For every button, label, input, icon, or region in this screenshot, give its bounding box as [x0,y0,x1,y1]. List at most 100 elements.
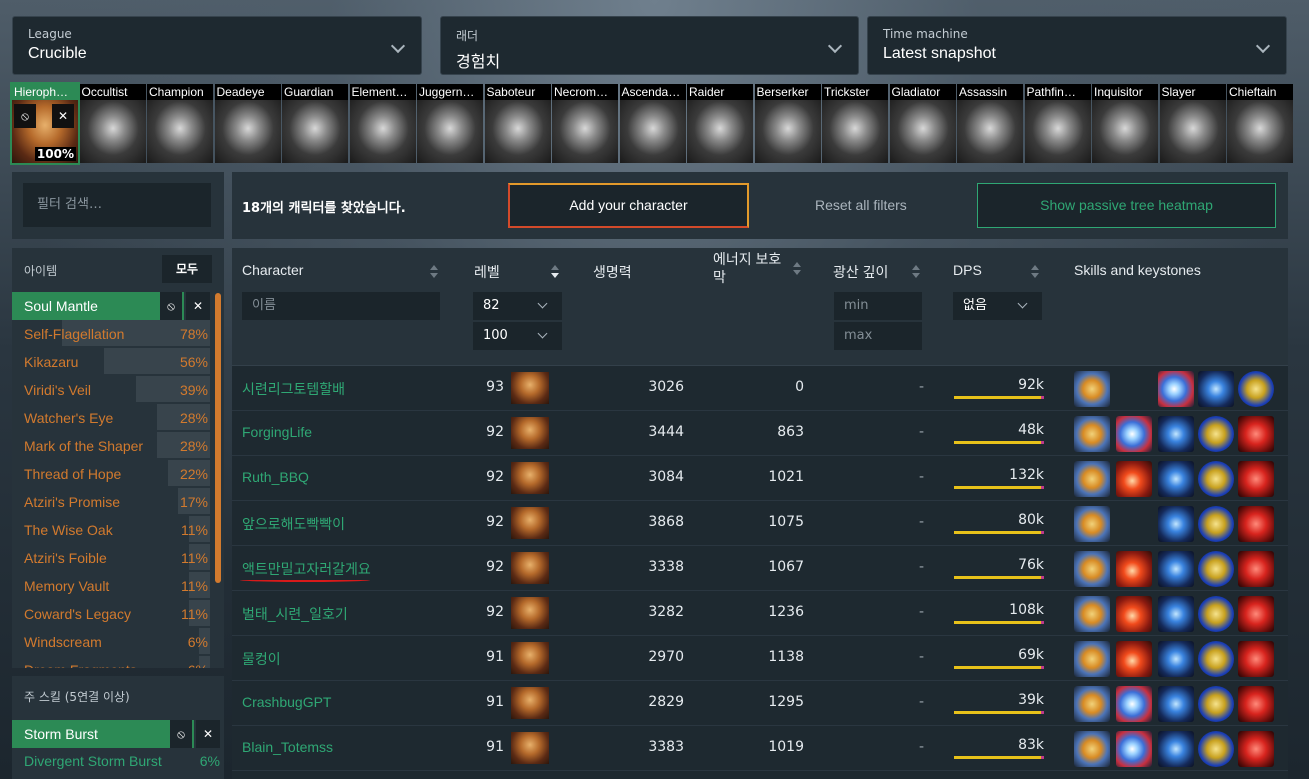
totem-skill-icon[interactable] [1074,551,1110,587]
items-all-button[interactable]: 모두 [162,255,212,283]
items-scrollbar[interactable] [215,293,221,583]
red-skill-icon[interactable] [1238,506,1274,542]
item-filter-option[interactable]: Mark of the Shaper 28% [12,432,210,460]
exclude-icon[interactable]: ⦸ [14,104,36,128]
name-filter-input[interactable]: 이름 [242,292,440,320]
red-skill-icon[interactable] [1238,686,1274,722]
burst-skill-icon[interactable] [1116,416,1152,452]
header-delve[interactable]: 광산 깊이 [833,262,888,282]
item-filter-option[interactable]: Thread of Hope 22% [12,460,210,488]
red-skill-icon[interactable] [1238,731,1274,767]
skill-option[interactable]: Divergent Storm Burst 6% [12,748,220,774]
header-energy-shield[interactable]: 에너지 보호막 [713,250,793,286]
delve-max-input[interactable]: max [834,322,922,350]
pillar-skill-icon[interactable] [1158,686,1194,722]
pillar-skill-icon[interactable] [1158,416,1194,452]
table-row[interactable]: ForgingLife 92 3444 863 - 48k [232,411,1288,456]
class-filter-2[interactable]: Champion [147,84,213,163]
burst-skill-icon[interactable] [1116,686,1152,722]
table-row[interactable]: Ruth_BBQ 92 3084 1021 - 132k [232,456,1288,501]
red-skill-icon[interactable] [1238,596,1274,632]
dps-type-select[interactable]: 없음 [953,292,1042,320]
item-filter-option[interactable]: Viridi's Veil 39% [12,376,210,404]
fist-skill-icon[interactable] [1198,596,1234,632]
burst-skill-icon[interactable] [1116,731,1152,767]
character-name-link[interactable]: Blain_Totemss [242,739,333,755]
header-character[interactable]: Character [242,262,303,278]
header-life[interactable]: 생명력 [593,262,632,282]
table-row[interactable]: CrashbugGPT 91 2829 1295 - 39k [232,681,1288,726]
class-filter-4[interactable]: Guardian [282,84,348,163]
fist-skill-icon[interactable] [1198,641,1234,677]
fist-skill-icon[interactable] [1238,371,1274,407]
class-filter-12[interactable]: Trickster [822,84,888,163]
table-row[interactable]: 벌태_시련_일호기 92 3282 1236 - 108k [232,591,1288,636]
fist-skill-icon[interactable] [1198,731,1234,767]
league-dropdown[interactable]: League Crucible [12,16,422,75]
sort-icon[interactable] [793,262,801,276]
totem-skill-icon[interactable] [1074,686,1110,722]
character-name-link[interactable]: 물컹이 [242,649,281,669]
class-filter-5[interactable]: Element… [349,84,416,163]
totem-skill-icon[interactable] [1074,731,1110,767]
sort-desc-icon[interactable] [551,265,559,279]
character-name-link[interactable]: 시련리그토템할배 [242,379,345,399]
item-filter-option[interactable]: Coward's Legacy 11% [12,600,210,628]
pillar-skill-icon[interactable] [1158,461,1194,497]
header-dps[interactable]: DPS [953,262,982,278]
red-skill-icon[interactable] [1238,551,1274,587]
class-filter-7[interactable]: Saboteur [484,84,551,163]
class-filter-15[interactable]: Pathfin… [1024,84,1091,163]
item-filter-option[interactable]: Memory Vault 11% [12,572,210,600]
item-filter-option[interactable]: Watcher's Eye 28% [12,404,210,432]
class-filter-8[interactable]: Necrom… [552,84,618,163]
totem-skill-icon[interactable] [1074,506,1110,542]
class-filter-13[interactable]: Gladiator [889,84,956,163]
fire-skill-icon[interactable] [1116,596,1152,632]
exclude-icon[interactable]: ⦸ [170,720,194,748]
class-filter-9[interactable]: Ascenda… [619,84,686,163]
pillar-skill-icon[interactable] [1158,731,1194,767]
pillar-skill-icon[interactable] [1158,506,1194,542]
fire-skill-icon[interactable] [1116,461,1152,497]
sort-icon[interactable] [1031,265,1039,279]
item-filter-option[interactable]: Windscream 6% [12,628,210,656]
burst-skill-icon[interactable] [1158,371,1194,407]
delve-min-input[interactable]: min [834,292,922,320]
table-row[interactable]: 시련리그토템할배 93 3026 0 - 92k [232,366,1288,411]
character-name-link[interactable]: CrashbugGPT [242,694,331,710]
fist-skill-icon[interactable] [1198,551,1234,587]
selected-skill-label[interactable]: Storm Burst [12,720,170,748]
item-filter-option[interactable]: The Wise Oak 11% [12,516,210,544]
time-machine-dropdown[interactable]: Time machine Latest snapshot [867,16,1287,75]
sort-icon[interactable] [912,265,920,279]
character-name-link[interactable]: 앞으로해도빡빡이 [242,514,345,534]
totem-skill-icon[interactable] [1074,641,1110,677]
fist-skill-icon[interactable] [1198,461,1234,497]
class-filter-1[interactable]: Occultist [79,84,146,163]
selected-item-label[interactable]: Soul Mantle [12,292,160,320]
filter-search-input[interactable]: 필터 검색… [23,183,211,227]
class-filter-17[interactable]: Slayer [1159,84,1226,163]
level-max-select[interactable]: 100 [473,322,562,350]
close-icon[interactable]: ✕ [186,292,210,320]
item-filter-option[interactable]: Atziri's Promise 17% [12,488,210,516]
red-skill-icon[interactable] [1238,641,1274,677]
item-filter-option[interactable]: Atziri's Foible 11% [12,544,210,572]
header-level[interactable]: 레벨 [474,262,500,282]
class-filter-18[interactable]: Chieftain [1227,84,1293,163]
table-row[interactable]: 물컹이 91 2970 1138 - 69k [232,636,1288,681]
class-filter-0[interactable]: Hieroph… ⦸ ✕ 100% [10,82,80,165]
sort-icon[interactable] [430,265,438,279]
fire-skill-icon[interactable] [1116,641,1152,677]
table-row[interactable]: Blain_Totemss 91 3383 1019 - 83k [232,726,1288,771]
pillar-skill-icon[interactable] [1158,641,1194,677]
totem-skill-icon[interactable] [1074,416,1110,452]
close-icon[interactable]: ✕ [52,104,74,128]
class-filter-16[interactable]: Inquisitor [1092,84,1158,163]
pillar-skill-icon[interactable] [1158,596,1194,632]
fist-skill-icon[interactable] [1198,686,1234,722]
ladder-dropdown[interactable]: 래더 경험치 [440,16,859,75]
item-filter-option[interactable]: Dream Fragments 6% [12,656,210,668]
add-character-button[interactable]: Add your character [508,183,749,228]
